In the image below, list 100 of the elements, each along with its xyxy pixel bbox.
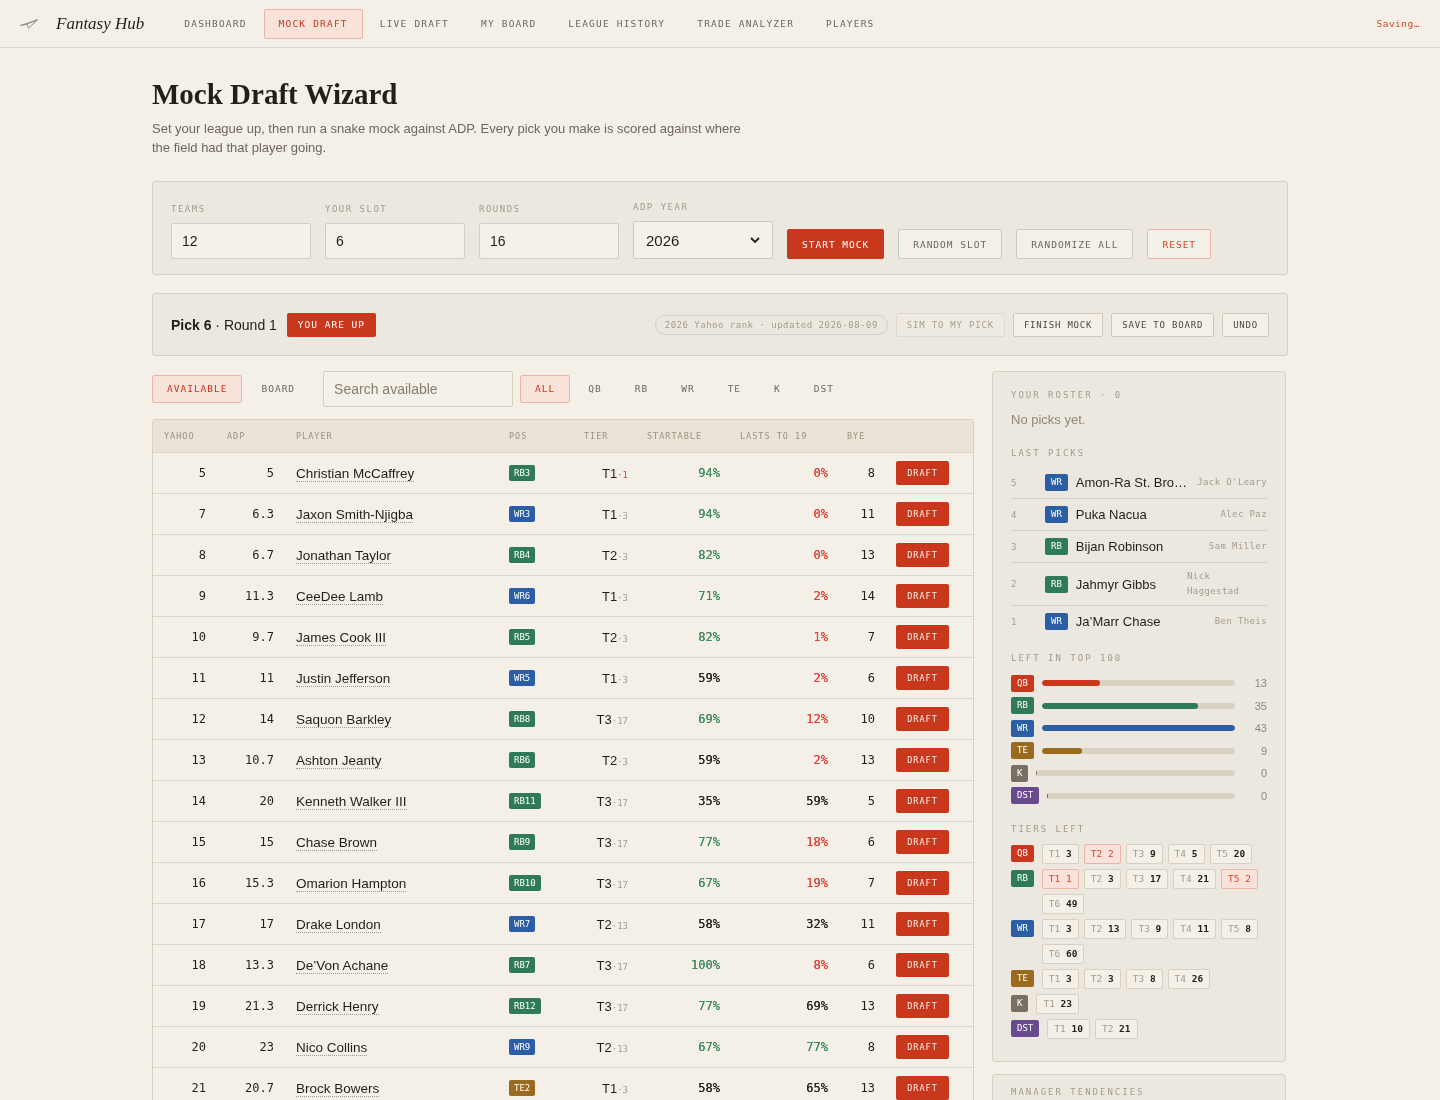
player-link[interactable]: Derrick Henry xyxy=(296,998,379,1015)
lasts-cell: 32% xyxy=(806,917,828,931)
player-link[interactable]: Kenneth Walker III xyxy=(296,793,407,810)
tier-chip: T6 60 xyxy=(1041,943,1085,964)
undo-button[interactable]: UNDO xyxy=(1222,312,1269,337)
position-filter-tab[interactable]: DST xyxy=(798,375,849,403)
draft-button[interactable]: DRAFT xyxy=(896,912,949,936)
number-input[interactable]: 6 xyxy=(325,223,465,259)
player-link[interactable]: Nico Collins xyxy=(296,1039,368,1056)
yahoo-rank-cell-text: 13 xyxy=(190,753,206,767)
tier-chip: T1 10 xyxy=(1047,1018,1090,1039)
draft-button[interactable]: DRAFT xyxy=(896,871,949,895)
player-link[interactable]: Saquon Barkley xyxy=(296,711,392,728)
draft-button[interactable]: DRAFT xyxy=(896,543,949,567)
player-link[interactable]: Omarion Hampton xyxy=(296,875,407,892)
draft-button[interactable]: DRAFT xyxy=(896,666,949,690)
adp-cell-text: 17 xyxy=(258,917,274,931)
finish-mock-button[interactable]: FINISH MOCK xyxy=(1012,312,1104,337)
player-link[interactable]: Christian McCaffrey xyxy=(296,465,415,482)
section-title: LEFT IN TOP 100 xyxy=(1011,652,1124,664)
randomize-all-button[interactable]: RANDOMIZE ALL xyxy=(1016,229,1134,259)
position-filter-tab[interactable]: WR xyxy=(666,375,710,403)
player-link[interactable]: Justin Jefferson xyxy=(296,670,391,687)
position-filter-tab[interactable]: ALL xyxy=(520,375,571,403)
random-slot-button[interactable]: RANDOM SLOT xyxy=(898,229,1003,259)
field-label: TEAMS xyxy=(171,203,207,215)
nav-tab[interactable]: PLAYERS xyxy=(811,8,890,39)
player-link[interactable]: Jonathan Taylor xyxy=(296,547,392,564)
draft-button[interactable]: DRAFT xyxy=(896,625,949,649)
startable-cell: 59% xyxy=(698,753,720,767)
count-label: 13 xyxy=(1253,677,1267,689)
position-badge: RB11 xyxy=(509,793,541,809)
draft-button[interactable]: DRAFT xyxy=(896,748,949,772)
column-header: PLAYER xyxy=(295,431,334,441)
lasts-cell: 2% xyxy=(813,671,828,685)
view-tab[interactable]: BOARD xyxy=(246,375,311,403)
nav-tab[interactable]: MOCK DRAFT xyxy=(263,8,363,39)
player-link[interactable]: Ashton Jeanty xyxy=(296,752,382,769)
player-link[interactable]: Jaxon Smith-Njigba xyxy=(296,506,414,523)
start-mock-button[interactable]: START MOCK xyxy=(787,229,885,259)
nav-tab[interactable]: DASHBOARD xyxy=(169,8,262,39)
player-link[interactable]: CeeDee Lamb xyxy=(296,588,384,605)
position-badge: RB10 xyxy=(509,875,541,891)
search-field[interactable]: Search available xyxy=(323,371,514,407)
tier-label: T1 xyxy=(602,506,618,522)
brand-name[interactable]: Fantasy Hub xyxy=(56,13,145,34)
position-filter-tab[interactable]: RB xyxy=(619,375,664,403)
position-filter-tab[interactable]: K xyxy=(759,375,796,403)
manager-name: Nick Haggestad xyxy=(1187,570,1241,598)
player-link[interactable]: James Cook III xyxy=(296,629,387,646)
position-badge: RB5 xyxy=(509,629,536,645)
bye-week-cell-text: 11 xyxy=(859,917,875,931)
tier-remaining: ·3 xyxy=(617,756,628,767)
draft-button[interactable]: DRAFT xyxy=(896,461,949,485)
number-input[interactable]: 16 xyxy=(479,223,619,259)
player-link[interactable]: Brock Bowers xyxy=(296,1080,380,1097)
draft-button[interactable]: DRAFT xyxy=(896,994,949,1018)
startable-cell: 77% xyxy=(698,835,720,849)
player-link[interactable]: Chase Brown xyxy=(296,834,378,851)
lasts-cell: 19% xyxy=(806,876,828,890)
position-badge: RB12 xyxy=(509,998,541,1014)
draft-button[interactable]: DRAFT xyxy=(896,830,949,854)
nav-tab[interactable]: TRADE ANALYZER xyxy=(682,8,810,39)
view-tab[interactable]: AVAILABLE xyxy=(152,375,243,403)
draft-button[interactable]: DRAFT xyxy=(896,789,949,813)
year-select[interactable]: 2026 xyxy=(633,221,773,259)
draft-button[interactable]: DRAFT xyxy=(896,707,949,731)
position-badge: QB xyxy=(1011,674,1034,692)
pick-number: 5 xyxy=(1011,477,1018,488)
save-to-board-button[interactable]: SAVE TO BOARD xyxy=(1111,312,1215,337)
draft-button[interactable]: DRAFT xyxy=(896,953,949,977)
page-title: Mock Draft Wizard xyxy=(152,77,399,112)
adp-cell-text: 21.3 xyxy=(244,999,274,1013)
column-header: LASTS TO 19 xyxy=(739,431,809,441)
draft-button[interactable]: DRAFT xyxy=(896,1076,949,1100)
player-name: Amon-Ra St. Bro… xyxy=(1075,475,1188,490)
nav-tab[interactable]: LIVE DRAFT xyxy=(364,8,464,39)
nav-tab[interactable]: LEAGUE HISTORY xyxy=(553,8,681,39)
bye-week-cell-text: 11 xyxy=(859,507,875,521)
lasts-cell: 2% xyxy=(813,753,828,767)
pick-round-label: Pick 6 · Round 1 xyxy=(171,316,277,333)
player-link[interactable]: De’Von Achane xyxy=(296,957,389,974)
bye-week-cell-text: 6 xyxy=(866,958,875,972)
tier-chip: T3 8 xyxy=(1125,968,1163,989)
draft-button[interactable]: DRAFT xyxy=(896,502,949,526)
nav-tab[interactable]: MY BOARD xyxy=(466,8,552,39)
reset-button[interactable]: RESET xyxy=(1147,229,1212,259)
count-label: 43 xyxy=(1253,722,1267,734)
paper-plane-icon[interactable] xyxy=(20,18,38,29)
tier-label: T1 xyxy=(602,670,618,686)
adp-cell-text: 14 xyxy=(258,712,274,726)
position-filter-tab[interactable]: QB xyxy=(573,375,617,403)
column-header: YAHOO xyxy=(164,431,196,441)
position-filter-tab[interactable]: TE xyxy=(712,375,757,403)
startable-cell: 82% xyxy=(698,548,720,562)
player-link[interactable]: Drake London xyxy=(296,916,381,933)
number-input[interactable]: 12 xyxy=(171,223,311,259)
draft-button[interactable]: DRAFT xyxy=(896,584,949,608)
draft-button[interactable]: DRAFT xyxy=(896,1035,949,1059)
tier-chip: T1 3 xyxy=(1041,843,1079,864)
